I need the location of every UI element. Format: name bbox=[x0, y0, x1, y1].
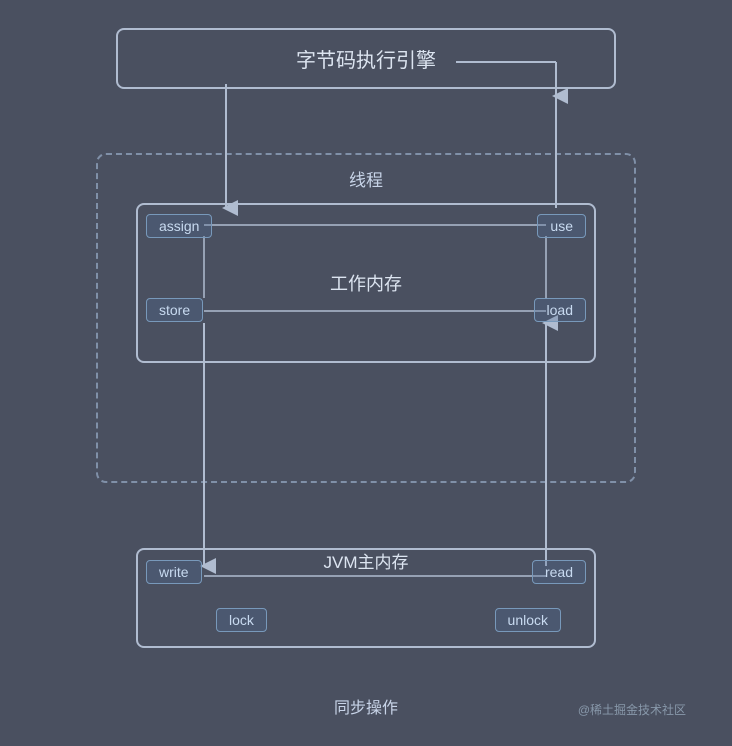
bytecode-engine-label: 字节码执行引擎 bbox=[296, 50, 436, 72]
lock-label: lock bbox=[216, 608, 267, 632]
diagram-container: 字节码执行引擎 线程 工作内存 assign use store load JV… bbox=[26, 18, 706, 728]
main-memory-label-text: JVM主内存 bbox=[324, 548, 409, 573]
sync-operations-label: 同步操作 bbox=[334, 694, 398, 718]
bytecode-engine-box: 字节码执行引擎 bbox=[116, 28, 616, 89]
unlock-label: unlock bbox=[495, 608, 561, 632]
load-label: load bbox=[534, 298, 586, 322]
use-label: use bbox=[537, 214, 586, 238]
thread-label: 线程 bbox=[349, 166, 383, 191]
write-label: write bbox=[146, 560, 202, 584]
read-label: read bbox=[532, 560, 586, 584]
store-label: store bbox=[146, 298, 203, 322]
working-memory-label: 工作内存 bbox=[330, 270, 402, 296]
assign-label: assign bbox=[146, 214, 212, 238]
credit-label: @稀土掘金技术社区 bbox=[578, 701, 686, 718]
